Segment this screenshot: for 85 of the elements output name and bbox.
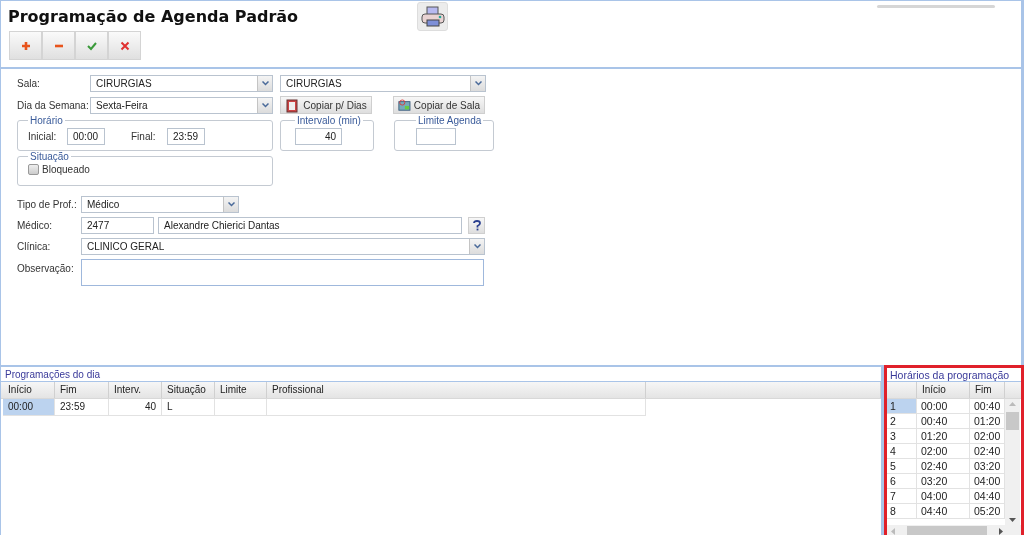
group-title: Situação [29, 151, 70, 162]
table-cell: L [162, 398, 215, 416]
column-header[interactable]: Interv. [109, 381, 162, 398]
horizontal-scrollbar[interactable] [887, 525, 1021, 535]
scroll-down-icon[interactable] [1009, 518, 1016, 522]
scroll-thumb[interactable] [907, 526, 987, 535]
dropdown-button[interactable] [469, 239, 484, 254]
table-cell: 03:20 [917, 473, 970, 489]
caret-icon [261, 102, 269, 108]
field-label: Médico: [17, 220, 53, 231]
page-title: Programação de Agenda Padrão [7, 6, 300, 26]
field-label: Sala: [17, 78, 41, 89]
row-number[interactable]: 3 [887, 428, 917, 444]
dropdown-button[interactable] [223, 197, 238, 212]
table-cell: 40 [109, 398, 162, 416]
vertical-scrollbar[interactable] [1005, 398, 1020, 525]
printer-icon [420, 5, 445, 28]
column-header[interactable]: Início [917, 381, 970, 398]
time-field[interactable]: 00:00 [67, 128, 105, 145]
group-title: Intervalo (min) [296, 115, 362, 126]
copy-days-button[interactable]: Copiar p/ Dias [280, 96, 372, 114]
check-icon [86, 40, 97, 51]
column-header[interactable]: Fim [970, 381, 1005, 398]
dropdown-field[interactable]: Sexta-Feira [90, 96, 273, 114]
cancel-button[interactable] [108, 31, 141, 60]
help-button[interactable] [468, 217, 485, 234]
notes-field[interactable] [81, 259, 484, 286]
copy-room-button[interactable]: Copiar de Sala [393, 96, 485, 114]
cross-icon [119, 40, 130, 51]
window-icon [398, 97, 411, 113]
time-field[interactable]: 23:59 [167, 128, 205, 145]
caret-icon [474, 81, 482, 86]
plus-icon [20, 40, 31, 51]
table-cell: 23:59 [55, 398, 109, 416]
row-number[interactable]: 2 [887, 413, 917, 429]
row-number[interactable]: 5 [887, 458, 917, 474]
name-field[interactable]: Alexandre Chierici Dantas [158, 217, 462, 234]
dropdown-field[interactable]: Médico [81, 196, 239, 213]
dropdown-field[interactable]: CIRURGIAS [90, 75, 273, 92]
number-field[interactable] [415, 128, 456, 145]
column-header[interactable]: Profissional [267, 381, 646, 398]
row-number[interactable]: 8 [887, 503, 917, 519]
group-title: Limite Agenda [416, 115, 483, 126]
row-number[interactable]: 7 [887, 488, 917, 504]
dropdown-button[interactable] [470, 76, 485, 91]
checkbox-label: Bloqueado [42, 164, 90, 175]
caret-icon [473, 244, 481, 249]
code-field[interactable]: 2477 [81, 217, 154, 234]
dropdown-field[interactable]: CIRURGIAS [280, 75, 486, 92]
table-cell: 01:20 [917, 428, 970, 444]
question-icon [472, 220, 481, 231]
field-label: Tipo de Prof.: [17, 199, 78, 210]
print-button[interactable] [417, 2, 448, 31]
row-number[interactable]: 4 [887, 443, 917, 459]
field-label: Observação: [17, 263, 75, 274]
column-header[interactable]: Início [3, 381, 55, 398]
column-header[interactable]: Limite [215, 381, 267, 398]
table-cell: 00:40 [917, 413, 970, 429]
caret-icon [227, 202, 235, 207]
clipboard-icon [285, 97, 301, 113]
field-label: Final: [131, 131, 157, 142]
table-cell: 02:00 [917, 443, 970, 459]
number-field[interactable]: 40 [295, 128, 342, 145]
row-number[interactable]: 6 [887, 473, 917, 489]
scroll-thumb[interactable] [1006, 411, 1019, 430]
table-cell: 04:00 [917, 488, 970, 504]
field-label: Inicial: [28, 131, 58, 142]
table-cell: 00:00 [917, 398, 970, 414]
dropdown-button[interactable] [257, 97, 272, 113]
confirm-button[interactable] [75, 31, 108, 60]
field-label: Clínica: [17, 241, 52, 252]
scroll-right-icon[interactable] [999, 528, 1003, 535]
panel-title: Horários da programação [887, 367, 1021, 382]
field-label: Dia da Semana: [17, 99, 90, 111]
add-button[interactable] [9, 31, 42, 60]
table-cell: 04:40 [917, 503, 970, 519]
table-cell: 02:40 [917, 458, 970, 474]
dropdown-field[interactable]: CLINICO GERAL [81, 238, 485, 255]
checkbox[interactable] [28, 164, 39, 175]
panel-title: Programações do dia [1, 366, 881, 382]
column-header[interactable]: Fim [55, 381, 109, 398]
group-title: Horário [29, 115, 64, 126]
caret-icon [261, 81, 269, 86]
dropdown-button[interactable] [257, 76, 272, 91]
column-header[interactable]: Situação [162, 381, 215, 398]
